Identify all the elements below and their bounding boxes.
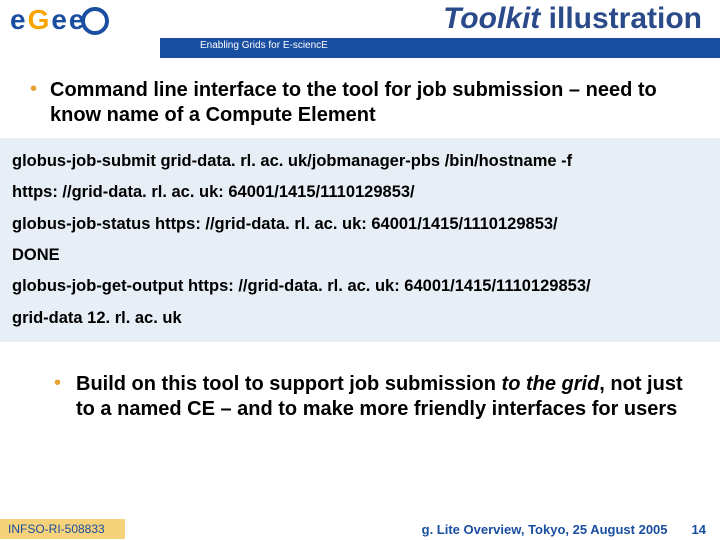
- code-line: DONE: [12, 240, 708, 271]
- code-line: globus-job-get-output https: //grid-data…: [12, 271, 708, 302]
- slide-header: eGee Enabling Grids for E-sciencE Toolki…: [0, 0, 720, 64]
- title-illustration: illustration: [540, 2, 702, 35]
- bullet-1-text: Command line interface to the tool for j…: [50, 78, 690, 128]
- bullet-dot-icon: •: [54, 372, 76, 422]
- bullet-2-text: Build on this tool to support job submis…: [76, 372, 690, 422]
- slide-content: • Command line interface to the tool for…: [0, 64, 720, 422]
- code-line: globus-job-submit grid-data. rl. ac. uk/…: [12, 146, 708, 177]
- code-line: https: //grid-data. rl. ac. uk: 64001/14…: [12, 177, 708, 208]
- logo-circle-icon: [81, 7, 109, 35]
- logo-text: eGee: [10, 4, 87, 35]
- bullet-dot-icon: •: [30, 78, 50, 128]
- bullet-1: • Command line interface to the tool for…: [30, 78, 690, 128]
- slide-footer: INFSO-RI-508833 g. Lite Overview, Tokyo,…: [0, 518, 720, 540]
- footer-left: INFSO-RI-508833: [0, 519, 125, 539]
- egee-logo: eGee: [10, 4, 160, 54]
- code-block: globus-job-submit grid-data. rl. ac. uk/…: [0, 138, 720, 342]
- title-toolkit: Toolkit: [443, 2, 540, 35]
- footer-page-number: 14: [692, 522, 720, 537]
- code-line: grid-data 12. rl. ac. uk: [12, 303, 708, 334]
- code-line: globus-job-status https: //grid-data. rl…: [12, 209, 708, 240]
- slide-title: Toolkit illustration: [443, 2, 702, 36]
- footer-right: g. Lite Overview, Tokyo, 25 August 2005: [422, 522, 692, 537]
- tagline: Enabling Grids for E-sciencE: [200, 40, 328, 51]
- bullet-2: • Build on this tool to support job subm…: [30, 372, 690, 422]
